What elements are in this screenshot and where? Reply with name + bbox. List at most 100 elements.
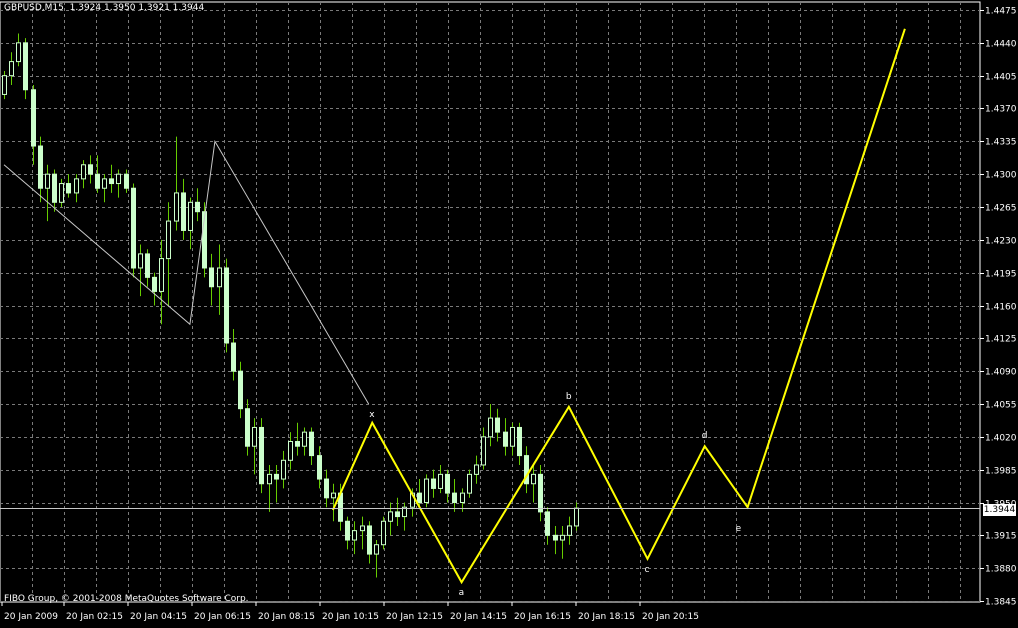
candle-body-bear <box>367 525 372 555</box>
candle-body-bear <box>52 173 57 203</box>
candle-body-bull <box>438 473 443 489</box>
price-axis-label: 1.4440 <box>985 40 1017 50</box>
candle-body-bear <box>295 441 300 447</box>
candle-body-bear <box>31 89 36 147</box>
candle-body-bull <box>74 178 79 194</box>
ohlc-values: 1.3924 1.3950 1.3921 1.3944 <box>69 3 205 13</box>
price-axis-label: 1.4160 <box>985 303 1017 313</box>
candle-body-bear <box>209 267 214 288</box>
candle-body-bull <box>81 164 86 180</box>
pattern-point-label-d: d <box>702 431 708 441</box>
price-axis-label: 1.4405 <box>985 73 1017 83</box>
candle-body-bear <box>495 417 500 433</box>
candle-body-bull <box>481 436 486 466</box>
price-chart[interactable]: 1.4475 1.4440 1.4405 1.4370 1.4335 1.4300 1.42… <box>0 0 1018 624</box>
price-axis-label: 1.3985 <box>985 467 1017 477</box>
candle-body-bull <box>531 473 536 485</box>
candle-body-bear <box>452 492 457 504</box>
candle-body-bull <box>252 426 257 447</box>
candle-body-bull <box>302 431 307 447</box>
candle-body-bull <box>45 173 50 189</box>
time-axis-label: 20 Jan 06:15 <box>194 612 251 622</box>
time-axis-label: 20 Jan 14:15 <box>450 612 507 622</box>
candle-body-bear <box>195 201 200 213</box>
candle-body-bear <box>23 42 28 91</box>
candle-body-bear <box>503 431 508 447</box>
candle-body-bear <box>324 478 329 499</box>
candle-body-bull <box>574 507 579 527</box>
price-axis-label: 1.4230 <box>985 237 1017 247</box>
pattern-point-label-c: c <box>645 565 650 575</box>
candle-body-bull <box>174 192 179 222</box>
candle-body-bull <box>116 173 121 185</box>
candle-body-bear <box>109 178 114 185</box>
price-axis-label: 1.3845 <box>985 598 1017 608</box>
candle-body-bull <box>474 464 479 475</box>
price-axis-label: 1.4335 <box>985 138 1017 148</box>
candle-body-bear <box>38 145 43 189</box>
chart-canvas[interactable]: 1.4475 1.4440 1.4405 1.4370 1.4335 1.4300 1.42… <box>0 0 1018 624</box>
candle-body-bull <box>388 511 393 522</box>
candle-body-bull <box>159 258 164 292</box>
candle-body-bear <box>238 370 243 410</box>
pattern-point-label-b: b <box>566 392 572 402</box>
time-axis-label: 20 Jan 2009 <box>4 612 58 622</box>
candle-body-bear <box>88 164 93 175</box>
candle-body-bull <box>374 544 379 555</box>
candle-body-bull <box>510 426 515 447</box>
candle-body-bull <box>2 75 7 95</box>
candle-body-bear <box>445 473 450 494</box>
candle-body-bull <box>267 473 272 485</box>
price-axis-label: 1.4195 <box>985 270 1017 280</box>
candle-body-bear <box>259 426 264 485</box>
candle-body-bear <box>95 173 100 189</box>
candle-body-bull <box>360 525 365 532</box>
candle-body-bear <box>231 342 236 372</box>
price-axis-label: 1.4370 <box>985 105 1017 115</box>
pattern-point-label-x: x <box>369 410 375 420</box>
time-axis-label: 20 Jan 16:15 <box>514 612 571 622</box>
copyright-text: FIBO Group, © 2001-2008 MetaQuotes Softw… <box>4 594 249 604</box>
candle-body-bear <box>395 511 400 518</box>
candle-body-bear <box>545 511 550 536</box>
candle-body-bear <box>538 473 543 513</box>
candle-body-bear <box>245 408 250 447</box>
candle-body-bull <box>16 42 21 63</box>
candle-body-bull <box>288 441 293 461</box>
candle-body-bear <box>553 534 558 541</box>
candle-body-bear <box>417 492 422 504</box>
candle-body-bull <box>188 201 193 231</box>
candle-body-bull <box>102 178 107 189</box>
price-axis-label: 1.3880 <box>985 565 1017 575</box>
candle-body-bear <box>124 173 129 189</box>
price-axis-label: 1.4055 <box>985 401 1017 411</box>
candle-body-bear <box>224 267 229 344</box>
price-axis-label: 1.4020 <box>985 434 1017 444</box>
candle-body-bear <box>317 455 322 480</box>
candle-body-bear <box>345 520 350 541</box>
candle-body-bull <box>381 520 386 546</box>
candle-body-bear <box>274 473 279 480</box>
time-axis-label: 20 Jan 08:15 <box>258 612 315 622</box>
candle-body-bear <box>152 276 157 292</box>
time-axis-label: 20 Jan 18:15 <box>578 612 635 622</box>
symbol-name: GBPUSD,M15 <box>4 3 64 13</box>
price-axis-label: 1.4125 <box>985 335 1017 345</box>
candle-body-bear <box>517 426 522 457</box>
time-axis-label: 20 Jan 12:15 <box>386 612 443 622</box>
candle-body-bull <box>424 478 429 503</box>
candle-body-bull <box>281 459 286 480</box>
candle-body-bear <box>145 253 150 278</box>
candle-body-bull <box>166 220 171 260</box>
time-axis-label: 20 Jan 04:15 <box>130 612 187 622</box>
time-axis-label: 20 Jan 02:15 <box>66 612 123 622</box>
time-axis-label: 20 Jan 20:15 <box>642 612 699 622</box>
chart-background <box>0 0 1018 624</box>
candle-body-bull <box>9 61 14 77</box>
candle-body-bear <box>309 431 314 457</box>
price-axis-label: 1.4475 <box>985 7 1017 17</box>
candle-body-bear <box>131 187 136 269</box>
candle-body-bull <box>352 530 357 541</box>
pattern-point-label-a: a <box>459 588 465 598</box>
candle-body-bull <box>560 534 565 541</box>
